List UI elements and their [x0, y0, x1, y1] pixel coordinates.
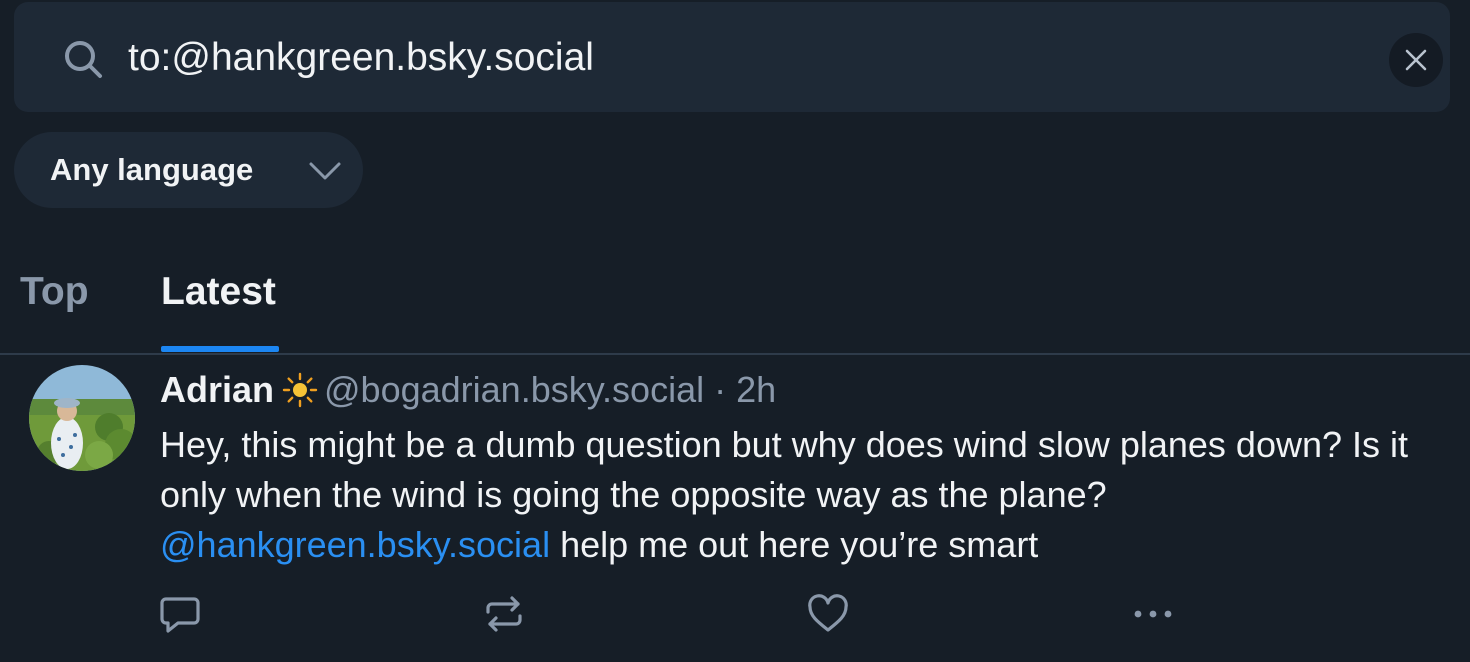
separator-dot: ·: [714, 369, 727, 410]
search-input[interactable]: to:@hankgreen.bsky.social: [128, 32, 594, 84]
like-icon[interactable]: [806, 592, 850, 636]
repost-icon[interactable]: [482, 592, 526, 636]
search-page: to:@hankgreen.bsky.social Any language T…: [0, 0, 1470, 662]
clear-search-button[interactable]: [1389, 33, 1443, 87]
tab-latest[interactable]: Latest: [161, 268, 276, 316]
post-header: Adrian @bogadrian.bsky.social · 2h: [160, 366, 776, 414]
sun-icon: [282, 372, 318, 408]
search-bar[interactable]: to:@hankgreen.bsky.social: [14, 2, 1450, 112]
language-dropdown-label: Any language: [50, 152, 254, 187]
tab-top[interactable]: Top: [20, 268, 89, 316]
post-text: Hey, this might be a dumb question but w…: [160, 420, 1450, 570]
post-text-part2: help me out here you’re smart: [550, 524, 1039, 565]
avatar-photo: [29, 365, 135, 471]
author-handle[interactable]: @bogadrian.bsky.social: [324, 369, 704, 410]
search-icon: [65, 41, 102, 78]
author-name[interactable]: Adrian: [160, 369, 274, 410]
language-dropdown[interactable]: Any language: [14, 132, 363, 208]
reply-icon[interactable]: [158, 592, 202, 636]
mention-link[interactable]: @hankgreen.bsky.social: [160, 524, 550, 565]
post-text-part1: Hey, this might be a dumb question but w…: [160, 424, 1409, 515]
search-tabs: Top Latest: [0, 250, 1470, 355]
active-tab-indicator: [161, 346, 279, 352]
post-timestamp[interactable]: 2h: [736, 369, 776, 410]
chevron-down-icon: [309, 162, 341, 180]
more-icon[interactable]: [1131, 592, 1175, 636]
close-icon: [1405, 49, 1427, 71]
avatar[interactable]: [29, 365, 135, 471]
